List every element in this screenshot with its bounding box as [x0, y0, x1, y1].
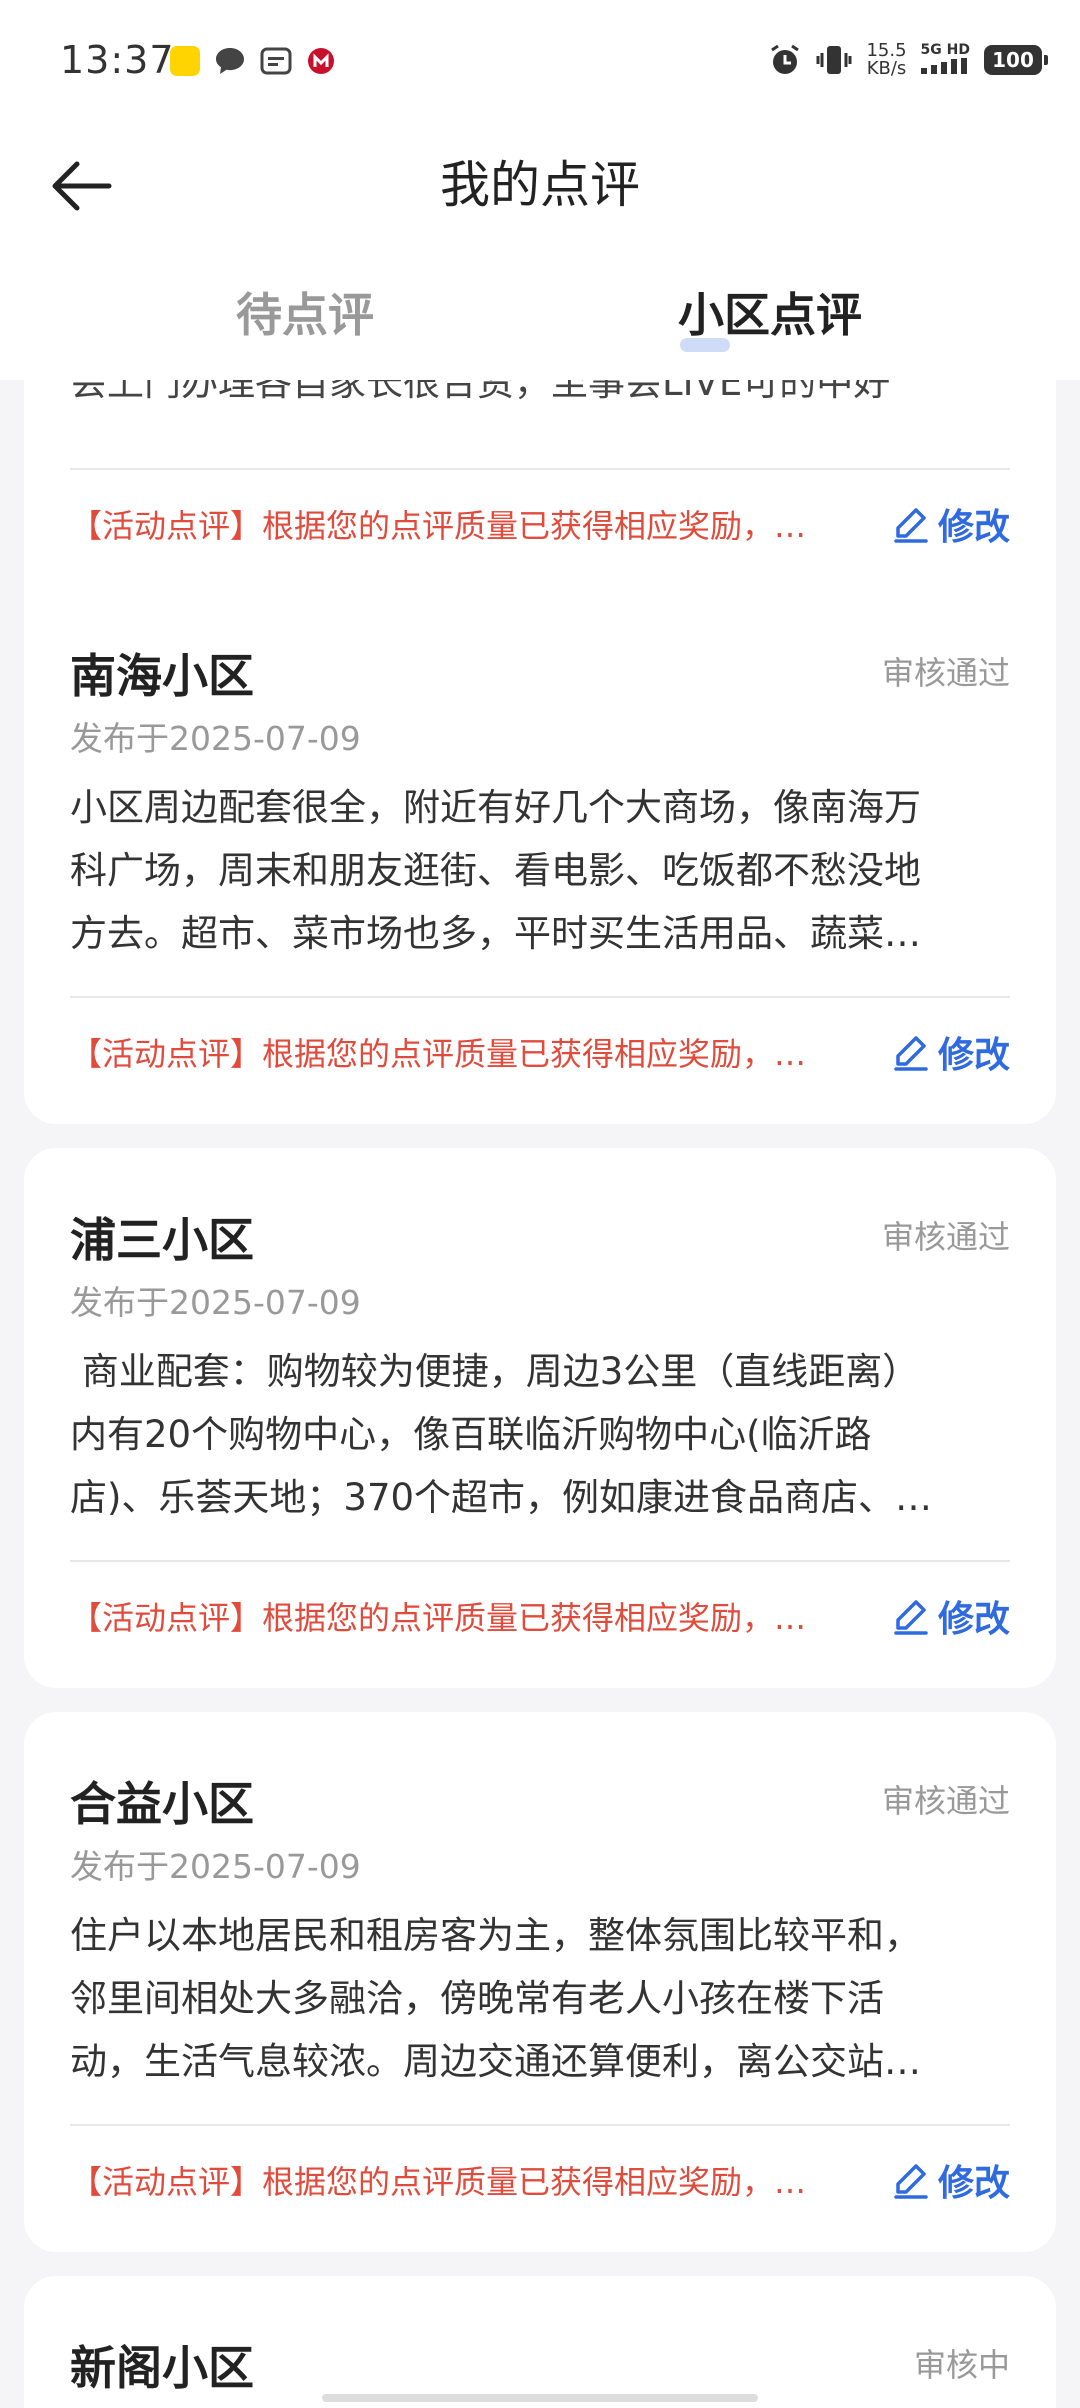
review-body: 商业配套：购物较为便捷，周边3公里（直线距离） 内有20个购物中心，像百联临沂购…: [70, 1340, 1020, 1529]
card-footer: 【活动点评】根据您的点评质量已获得相应奖励，… 修改: [70, 1022, 1010, 1082]
review-status: 审核通过: [881, 1218, 1010, 1256]
battery-indicator: 100: [984, 45, 1048, 75]
wallet-icon: [260, 47, 292, 75]
edit-button[interactable]: 修改: [892, 2154, 1010, 2206]
publish-date: 发布于2025-07-09: [70, 719, 361, 758]
signal-icon: [920, 58, 967, 74]
edit-label: 修改: [937, 2163, 1010, 2204]
review-status: 审核中: [913, 2346, 1010, 2384]
review-card[interactable]: 合益小区 审核通过 发布于2025-07-09 住户以本地居民和租房客为主，整体…: [24, 1712, 1056, 2252]
edit-icon: [894, 1600, 928, 1635]
edit-button[interactable]: 修改: [892, 1590, 1010, 1642]
app-notification-icon: [170, 46, 200, 76]
card-footer: 【活动点评】根据您的点评质量已获得相应奖励，… 修改: [70, 1586, 1010, 1646]
card-divider: [70, 1560, 1010, 1562]
tab-bar: 待点评 小区点评: [0, 270, 1080, 370]
card-footer: 【活动点评】根据您的点评质量已获得相应奖励，… 修改: [70, 494, 1010, 554]
publish-date: 发布于2025-07-09: [70, 1847, 361, 1886]
edit-icon: [894, 2164, 928, 2199]
review-line: 住户以本地居民和租房客为主，整体氛围比较平和，: [70, 1914, 921, 1957]
review-card[interactable]: 新阁小区 审核中: [24, 2276, 1056, 2408]
card-footer: 【活动点评】根据您的点评质量已获得相应奖励，… 修改: [70, 2150, 1010, 2210]
status-time: 13:37: [60, 38, 175, 82]
notification-icons: [170, 46, 336, 76]
page-title: 我的点评: [440, 156, 640, 214]
review-line: 科广场，周末和朋友逛街、看电影、吃饭都不愁没地: [70, 849, 921, 892]
review-line: 商业配套：购物较为便捷，周边3公里（直线距离）: [70, 1350, 920, 1393]
community-name: 合益小区: [70, 1777, 254, 1831]
tab-community-review[interactable]: 小区点评: [540, 270, 1000, 360]
review-line: 方去。超市、菜市场也多，平时买生活用品、蔬菜…: [70, 912, 921, 955]
edit-label: 修改: [937, 1599, 1010, 1640]
network-speed: 15.5 KB/s: [866, 42, 906, 78]
review-body: 小区周边配套很全，附近有好几个大商场，像南海万 科广场，周末和朋友逛街、看电影、…: [70, 776, 1020, 965]
vibrate-icon: [816, 46, 852, 74]
network-type: 5G HD: [920, 42, 970, 78]
edit-icon: [894, 508, 928, 543]
review-line: 小区周边配套很全，附近有好几个大商场，像南海万: [70, 786, 921, 829]
community-name: 新阁小区: [70, 2341, 254, 2395]
status-bar: 13:37 15.5 KB/s 5G HD 100: [0, 0, 1080, 130]
edit-button[interactable]: 修改: [892, 1026, 1010, 1078]
tab-pending-review[interactable]: 待点评: [36, 270, 576, 360]
message-icon: [216, 48, 244, 74]
network-label: 5G HD: [920, 42, 970, 58]
reward-text: 【活动点评】根据您的点评质量已获得相应奖励，…: [70, 2163, 807, 2201]
reward-text: 【活动点评】根据您的点评质量已获得相应奖励，…: [70, 507, 807, 545]
review-status: 审核通过: [881, 654, 1010, 692]
edit-button[interactable]: 修改: [892, 498, 1010, 550]
page-header: 我的点评 待点评 小区点评: [0, 130, 1080, 380]
review-line: 内有20个购物中心，像百联临沂购物中心(临沂路: [70, 1413, 872, 1456]
reward-text: 【活动点评】根据您的点评质量已获得相应奖励，…: [70, 1599, 807, 1637]
review-body-tail: 会上门办理各自家长很合资，至事会LIVE可的中好: [70, 380, 891, 404]
battery-level: 100: [992, 48, 1034, 72]
status-right: 15.5 KB/s 5G HD 100: [768, 42, 1048, 78]
bank-app-icon: [308, 48, 334, 74]
speed-unit: KB/s: [866, 58, 907, 79]
community-name: 南海小区: [70, 649, 254, 703]
review-list[interactable]: 会上门办理各自家长很合资，至事会LIVE可的中好 【活动点评】根据您的点评质量已…: [0, 380, 1080, 2408]
alarm-icon: [771, 44, 800, 74]
edit-label: 修改: [937, 1035, 1010, 1076]
home-indicator[interactable]: [322, 2394, 758, 2402]
review-card[interactable]: 浦三小区 审核通过 发布于2025-07-09 商业配套：购物较为便捷，周边3公…: [24, 1148, 1056, 1688]
review-line: 动，生活气息较浓。周边交通还算便利，离公交站…: [70, 2040, 921, 2083]
card-divider: [70, 2124, 1010, 2126]
reward-text: 【活动点评】根据您的点评质量已获得相应奖励，…: [70, 1035, 807, 1073]
publish-date: 发布于2025-07-09: [70, 1283, 361, 1322]
review-line: 邻里间相处大多融洽，傍晚常有老人小孩在楼下活: [70, 1977, 884, 2020]
review-status: 审核通过: [881, 1782, 1010, 1820]
review-card[interactable]: 南海小区 审核通过 发布于2025-07-09 小区周边配套很全，附近有好几个大…: [24, 584, 1056, 1124]
card-divider: [70, 996, 1010, 998]
community-name: 浦三小区: [70, 1213, 254, 1267]
card-divider: [70, 468, 1010, 470]
edit-label: 修改: [937, 507, 1010, 548]
review-line: 店)、乐荟天地；370个超市，例如康进食品商店、…: [70, 1476, 933, 1519]
edit-icon: [894, 1036, 928, 1071]
review-body: 住户以本地居民和租房客为主，整体氛围比较平和， 邻里间相处大多融洽，傍晚常有老人…: [70, 1904, 1020, 2093]
